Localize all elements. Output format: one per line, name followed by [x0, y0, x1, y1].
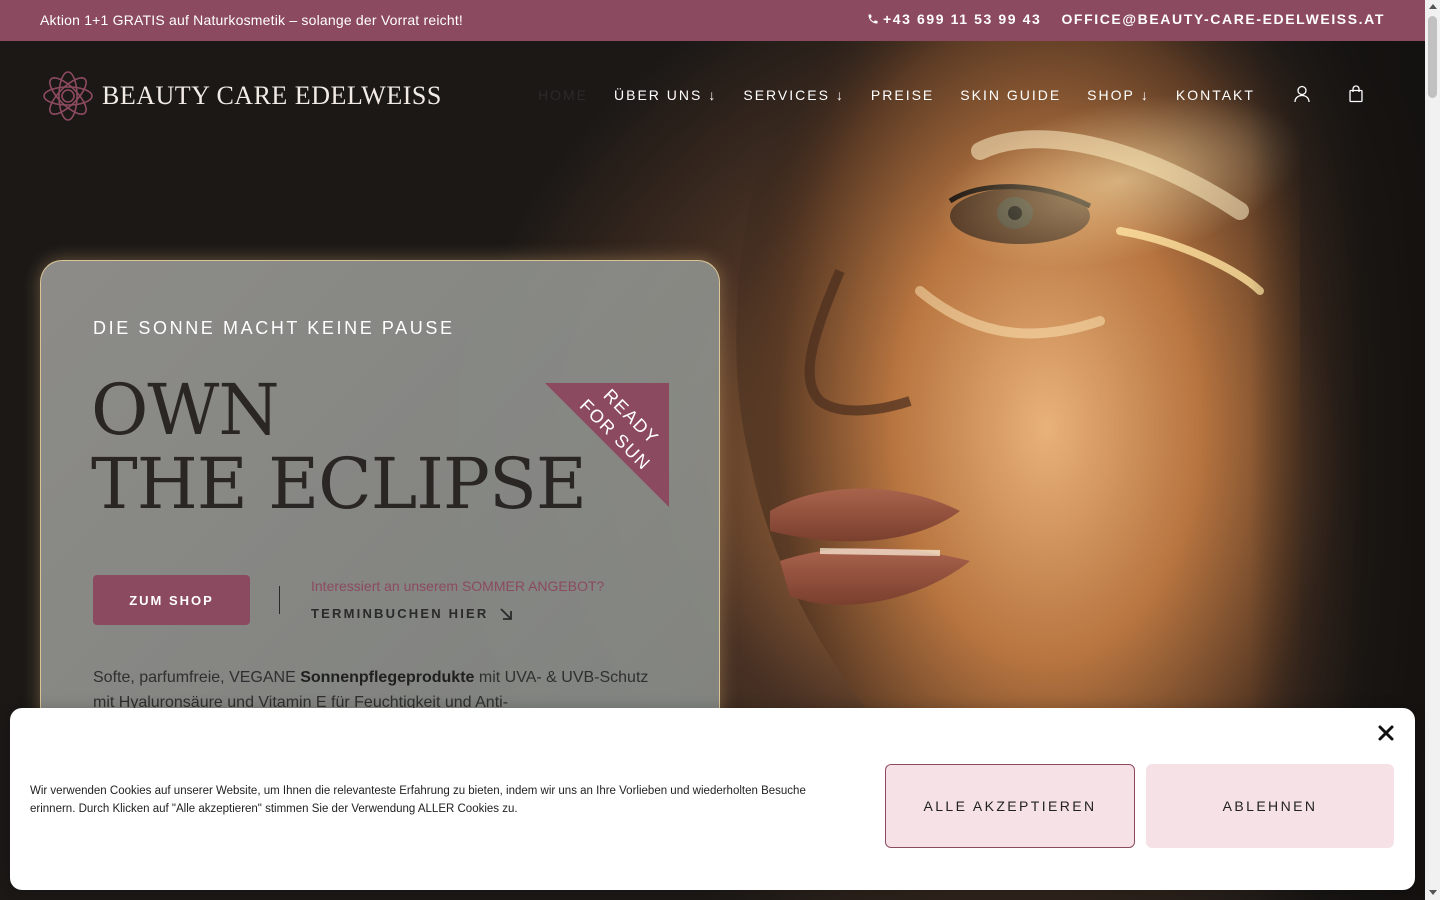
- scroll-down-icon[interactable]: [1429, 890, 1437, 895]
- arrow-down-right-icon: [499, 607, 512, 620]
- zum-shop-button[interactable]: ZUM SHOP: [93, 575, 250, 625]
- header-icons: [1292, 84, 1366, 104]
- user-icon[interactable]: [1292, 84, 1312, 104]
- termin-booking-link[interactable]: TERMINBUCHEN HIER: [311, 606, 513, 621]
- hero-card: DIE SONNE MACHT KEINE PAUSE OWN THE ECLI…: [40, 260, 720, 730]
- close-icon[interactable]: [1377, 724, 1395, 742]
- nav-item-shop[interactable]: SHOP ↓: [1087, 87, 1150, 103]
- promo-text: Aktion 1+1 GRATIS auf Naturkosmetik – so…: [40, 12, 464, 28]
- phone-icon: [868, 14, 878, 24]
- arrow-down-icon: ↓: [835, 87, 845, 103]
- accept-all-button[interactable]: ALLE AKZEPTIEREN: [885, 764, 1135, 848]
- scrollbar-thumb[interactable]: [1428, 16, 1437, 98]
- cookie-consent-banner: Wir verwenden Cookies auf unserer Websit…: [10, 708, 1415, 890]
- headline-line-1: OWN: [91, 369, 280, 451]
- nav-item-skin-guide[interactable]: SKIN GUIDE: [960, 87, 1061, 103]
- email-link[interactable]: OFFICE@BEAUTY-CARE-EDELWEISS.AT: [1061, 11, 1385, 27]
- shopping-bag-icon[interactable]: [1346, 84, 1366, 104]
- scroll-up-icon[interactable]: [1429, 4, 1437, 9]
- logo-text: BEAUTY CARE EDELWEISS: [102, 81, 442, 110]
- arrow-down-icon: ↓: [1140, 87, 1150, 103]
- phone-link[interactable]: +43 699 11 53 99 43: [867, 11, 1041, 27]
- ready-for-sun-ribbon: READY FOR SUN: [545, 383, 669, 507]
- page-scrollbar[interactable]: [1425, 0, 1440, 900]
- phone-number: +43 699 11 53 99 43: [882, 11, 1042, 27]
- nav-item-kontakt[interactable]: KONTAKT: [1176, 87, 1255, 103]
- site-logo[interactable]: BEAUTY CARE EDELWEISS: [40, 68, 442, 124]
- hero-headline: OWN THE ECLIPSE: [91, 369, 587, 525]
- nav-item-home[interactable]: HOME: [538, 87, 588, 103]
- main-navigation: HOME ÜBER UNS ↓ SERVICES ↓ PREISE SKIN GUI…: [538, 87, 1255, 103]
- nav-item-ueber-uns[interactable]: ÜBER UNS ↓: [614, 87, 717, 103]
- top-announcement-bar: Aktion 1+1 GRATIS auf Naturkosmetik – so…: [0, 0, 1425, 41]
- cookie-text: Wir verwenden Cookies auf unserer Websit…: [30, 785, 806, 815]
- topbar-contacts: +43 699 11 53 99 43 OFFICE@BEAUTY-CARE-E…: [867, 11, 1385, 27]
- decline-button[interactable]: ABLEHNEN: [1146, 764, 1394, 848]
- headline-line-2: THE ECLIPSE: [91, 443, 587, 525]
- summer-offer-text: Interessiert an unserem SOMMER ANGEBOT?: [311, 578, 605, 594]
- cta-divider: [279, 586, 280, 614]
- arrow-down-icon: ↓: [708, 87, 718, 103]
- nav-item-services[interactable]: SERVICES ↓: [743, 87, 845, 103]
- nav-item-preise[interactable]: PREISE: [871, 87, 934, 103]
- edelweiss-logo-icon: [43, 71, 93, 121]
- hero-eyebrow: DIE SONNE MACHT KEINE PAUSE: [93, 318, 455, 338]
